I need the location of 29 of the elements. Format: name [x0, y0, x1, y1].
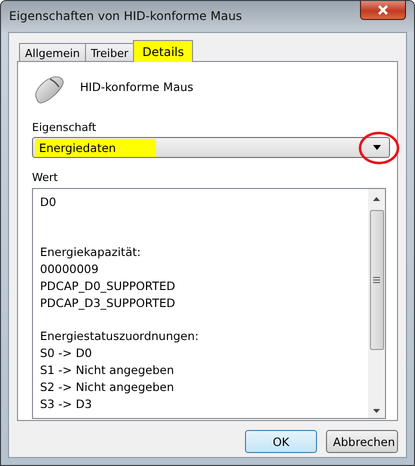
value-line: Energiekapazität: — [40, 244, 142, 261]
cancel-button[interactable]: Abbrechen — [326, 430, 398, 453]
value-line: S3 -> D3 — [40, 396, 93, 413]
value-label: Wert — [32, 171, 59, 184]
value-line: 00000009 — [40, 261, 100, 278]
value-line: PDCAP_D3_SUPPORTED — [40, 295, 176, 312]
property-dropdown[interactable]: Energiedaten — [32, 137, 390, 158]
window-title: Eigenschaften von HID-konforme Maus — [9, 9, 242, 23]
value-line: S0 -> D0 — [40, 345, 93, 362]
device-name: HID-konforme Maus — [80, 80, 194, 94]
value-line: D0 — [40, 194, 58, 211]
close-icon — [377, 5, 389, 15]
scrollbar[interactable] — [368, 189, 385, 418]
property-label: Eigenschaft — [32, 121, 98, 134]
value-line: PDCAP_D0_SUPPORTED — [40, 278, 176, 295]
scroll-up-icon — [373, 197, 380, 201]
tab[interactable]: Treiber — [84, 43, 134, 62]
caret-icon — [373, 145, 381, 150]
value-line: S2 -> Nicht angegeben — [40, 379, 176, 396]
close-button[interactable] — [360, 1, 406, 20]
ok-button[interactable]: OK — [245, 430, 317, 453]
grip-icon — [373, 277, 380, 283]
dropdown-value: Energiedaten — [35, 138, 156, 156]
value-line: S1 -> Nicht angegeben — [40, 362, 176, 379]
value-line: Energiestatuszuordnungen: — [40, 328, 200, 345]
tab[interactable]: Details — [133, 40, 193, 62]
scroll-down-icon — [373, 409, 380, 413]
tab[interactable]: Allgemein — [19, 43, 86, 62]
scroll-thumb[interactable] — [370, 210, 384, 350]
